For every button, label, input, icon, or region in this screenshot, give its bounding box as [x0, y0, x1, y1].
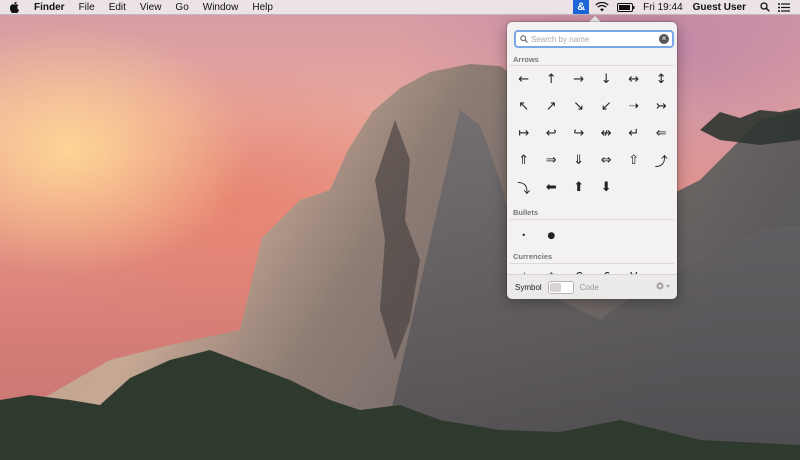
search-input[interactable] — [531, 34, 651, 44]
section-title-arrows: Arrows — [513, 55, 539, 64]
battery-icon[interactable] — [617, 2, 635, 12]
glyph-cell[interactable]: ⇧ — [620, 147, 648, 174]
clear-search-icon[interactable]: × — [659, 34, 669, 44]
user-menu[interactable]: Guest User — [693, 2, 746, 13]
menu-file[interactable]: File — [79, 2, 95, 13]
glyph-cell[interactable]: ⬅ — [538, 174, 566, 201]
glyph-cell[interactable]: ↖ — [510, 93, 538, 120]
glyph-cell[interactable]: • — [510, 222, 538, 249]
glyph-cell[interactable]: ⤵ — [510, 174, 538, 201]
section-title-bullets: Bullets — [513, 208, 539, 217]
search-field[interactable]: × — [514, 30, 674, 48]
glyph-cell[interactable]: ↕ — [648, 66, 676, 93]
glyph-cell[interactable]: ↣ — [648, 93, 676, 120]
glyph-cell[interactable]: ↪ — [565, 120, 593, 147]
glyph-cell[interactable]: ↮ — [593, 120, 621, 147]
glyph-cell[interactable]: ⇔ — [593, 147, 621, 174]
glyph-cell[interactable]: ↗ — [538, 93, 566, 120]
glyph-cell[interactable]: ● — [538, 222, 566, 249]
glyph-cell[interactable]: ↘ — [565, 93, 593, 120]
glyph-cell[interactable]: ↩ — [538, 120, 566, 147]
menu-edit[interactable]: Edit — [109, 2, 126, 13]
search-icon — [520, 35, 528, 43]
glyph-cell[interactable]: ↦ — [510, 120, 538, 147]
symbol-code-toggle[interactable] — [547, 280, 574, 294]
toggle-knob — [549, 282, 561, 292]
glyph-cell[interactable]: ⇒ — [538, 147, 566, 174]
notification-center-icon[interactable] — [778, 2, 790, 12]
wifi-icon[interactable] — [595, 2, 609, 12]
glyph-cell[interactable]: ⬆ — [565, 174, 593, 201]
bullets-grid: • ● — [510, 222, 674, 249]
code-label: Code — [579, 282, 599, 292]
glyph-cell[interactable]: ⇓ — [565, 147, 593, 174]
glyph-cell[interactable]: ↑ — [538, 66, 566, 93]
popover-footer: Symbol Code — [507, 274, 677, 299]
glyph-cell[interactable]: ⤴ — [648, 147, 676, 174]
gear-icon[interactable] — [655, 281, 671, 291]
menu-app-name[interactable]: Finder — [34, 2, 65, 13]
section-title-currencies: Currencies — [513, 252, 553, 261]
glyph-cell[interactable]: ⬇ — [593, 174, 621, 201]
spotlight-search-icon[interactable] — [760, 2, 770, 12]
character-viewer-popover: × Arrows ← ↑ → ↓ ↔ ↕ ↖ ↗ ↘ ↙ ➝ ↣ ↦ ↩ ↪ ↮… — [507, 22, 677, 299]
apple-menu-icon[interactable] — [10, 1, 22, 13]
menu-view[interactable]: View — [140, 2, 162, 13]
menu-bar: Finder File Edit View Go Window Help & F… — [0, 0, 800, 15]
wallpaper-mountain — [0, 64, 800, 460]
glyph-cell[interactable]: ↵ — [620, 120, 648, 147]
glyph-cell[interactable]: ⇑ — [510, 147, 538, 174]
glyph-cell[interactable]: ← — [510, 66, 538, 93]
glyph-cell[interactable]: ↔ — [620, 66, 648, 93]
glyph-cell[interactable]: → — [565, 66, 593, 93]
symbol-label: Symbol — [515, 282, 542, 292]
glyph-cell[interactable]: ↓ — [593, 66, 621, 93]
glyph-cell[interactable]: ⇐ — [648, 120, 676, 147]
arrows-grid: ← ↑ → ↓ ↔ ↕ ↖ ↗ ↘ ↙ ➝ ↣ ↦ ↩ ↪ ↮ ↵ ⇐ ⇑ ⇒ … — [510, 66, 674, 201]
divider — [510, 263, 674, 264]
glyph-cell[interactable]: ➝ — [620, 93, 648, 120]
menu-window[interactable]: Window — [203, 2, 239, 13]
menu-help[interactable]: Help — [252, 2, 273, 13]
character-viewer-button[interactable]: & — [573, 0, 590, 14]
menu-go[interactable]: Go — [175, 2, 188, 13]
menu-clock[interactable]: Fri 19:44 — [643, 2, 682, 13]
divider — [510, 219, 674, 220]
glyph-cell[interactable]: ↙ — [593, 93, 621, 120]
